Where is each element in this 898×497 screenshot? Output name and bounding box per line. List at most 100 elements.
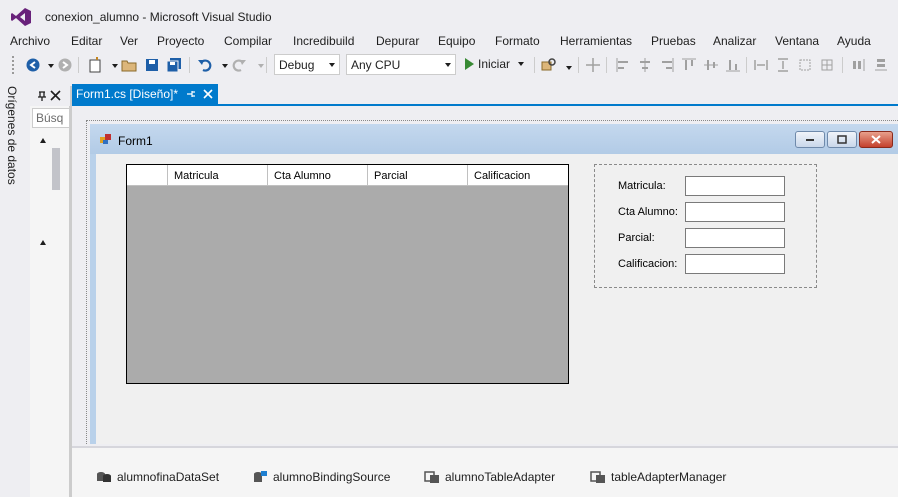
solution-platform-select[interactable]: Any CPU [346, 54, 456, 75]
minimize-icon [806, 138, 814, 141]
column-header-matricula[interactable]: Matricula [168, 165, 268, 186]
tray-item-label: alumnoTableAdapter [445, 470, 556, 484]
tab-form1-design[interactable]: Form1.cs [Diseño]* [72, 84, 218, 105]
visual-studio-logo-icon [11, 8, 31, 26]
back-dropdown-icon[interactable] [48, 64, 54, 68]
form-icon [100, 134, 111, 144]
find-in-files-icon[interactable] [540, 56, 558, 74]
align-rights-icon[interactable] [658, 56, 676, 74]
align-to-grid-icon[interactable] [584, 56, 602, 74]
tab-label: Form1.cs [Diseño]* [76, 87, 179, 101]
redo-dropdown-icon[interactable] [258, 64, 264, 68]
start-button[interactable]: Iniciar [465, 57, 525, 71]
data-grid[interactable]: Matricula Cta Alumno Parcial Calificacio… [126, 164, 569, 384]
start-dropdown-icon [518, 62, 525, 66]
make-same-size-icon[interactable] [796, 56, 814, 74]
horizontal-spacing-icon[interactable] [850, 56, 868, 74]
tray-item-binding-source[interactable]: alumnoBindingSource [252, 470, 390, 484]
menu-analizar[interactable]: Analizar [713, 34, 756, 48]
dataset-icon [97, 472, 111, 482]
matricula-textbox[interactable] [685, 176, 785, 196]
close-icon[interactable] [50, 90, 61, 101]
side-panel-search-input[interactable]: Búsq [32, 108, 70, 128]
menu-pruebas[interactable]: Pruebas [651, 34, 696, 48]
new-dropdown-icon[interactable] [112, 64, 118, 68]
form-title: Form1 [118, 134, 153, 148]
make-same-height-icon[interactable] [774, 56, 792, 74]
config-value: Debug [279, 58, 315, 72]
platform-value: Any CPU [351, 58, 401, 72]
toolbar-separator [578, 57, 579, 73]
save-all-icon[interactable] [165, 56, 183, 74]
data-sources-tab-label[interactable]: Orígenes de datos [5, 86, 19, 185]
align-lefts-icon[interactable] [614, 56, 632, 74]
align-tops-icon[interactable] [680, 56, 698, 74]
toolbar-grip[interactable] [12, 56, 16, 74]
matricula-label: Matricula: [618, 180, 666, 192]
table-adapter-manager-icon [590, 471, 605, 483]
size-to-grid-icon[interactable] [818, 56, 836, 74]
menu-archivo[interactable]: Archivo [10, 34, 50, 48]
chevron-down-icon [329, 63, 335, 67]
toolbar-separator [746, 57, 747, 73]
pin-icon[interactable] [36, 90, 48, 102]
form1-titlebar[interactable] [90, 124, 898, 154]
menu-editar[interactable]: Editar [71, 34, 102, 48]
menu-proyecto[interactable]: Proyecto [157, 34, 204, 48]
component-tray: alumnofinaDataSet alumnoBindingSource al… [72, 446, 898, 497]
new-project-icon[interactable] [86, 56, 104, 74]
find-dropdown-icon[interactable] [566, 66, 572, 70]
parcial-textbox[interactable] [685, 228, 785, 248]
make-same-width-icon[interactable] [752, 56, 770, 74]
forward-icon[interactable] [56, 56, 74, 74]
undo-dropdown-icon[interactable] [222, 64, 228, 68]
align-middles-icon[interactable] [702, 56, 720, 74]
toolbar-separator [78, 57, 79, 73]
vertical-spacing-icon[interactable] [872, 56, 890, 74]
redo-icon[interactable] [230, 56, 248, 74]
toolbar-separator [534, 57, 535, 73]
close-button[interactable] [859, 131, 893, 148]
side-panel-scrollbar[interactable] [52, 148, 60, 190]
menu-formato[interactable]: Formato [495, 34, 540, 48]
back-icon[interactable] [24, 56, 42, 74]
close-tab-icon[interactable] [203, 89, 213, 99]
grid-row-header[interactable] [127, 165, 168, 186]
align-centers-icon[interactable] [636, 56, 654, 74]
menu-depurar[interactable]: Depurar [376, 34, 419, 48]
column-header-calificacion[interactable]: Calificacion [468, 165, 568, 186]
parcial-label: Parcial: [618, 232, 655, 244]
tray-item-table-adapter[interactable]: alumnoTableAdapter [424, 470, 555, 484]
menu-compilar[interactable]: Compilar [224, 34, 272, 48]
calificacion-textbox[interactable] [685, 254, 785, 274]
align-bottoms-icon[interactable] [724, 56, 742, 74]
menu-incredibuild[interactable]: Incredibuild [293, 34, 354, 48]
window-title: conexion_alumno - Microsoft Visual Studi… [45, 10, 272, 24]
open-folder-icon[interactable] [120, 56, 138, 74]
close-icon [871, 135, 881, 144]
cta-alumno-textbox[interactable] [685, 202, 785, 222]
pin-icon[interactable] [186, 89, 196, 100]
column-header-cta-alumno[interactable]: Cta Alumno [268, 165, 368, 186]
undo-icon[interactable] [196, 56, 214, 74]
collapse-arrow-icon[interactable] [40, 240, 46, 245]
menu-ver[interactable]: Ver [120, 34, 138, 48]
tray-item-label: tableAdapterManager [611, 470, 727, 484]
maximize-button[interactable] [827, 131, 857, 148]
tray-item-dataset[interactable]: alumnofinaDataSet [96, 470, 219, 484]
toolbar-separator [266, 57, 267, 73]
tray-item-adapter-manager[interactable]: tableAdapterManager [590, 470, 726, 484]
solution-configuration-select[interactable]: Debug [274, 54, 340, 75]
menu-ayuda[interactable]: Ayuda [837, 34, 871, 48]
side-panel [30, 86, 70, 497]
toolbar-separator [842, 57, 843, 73]
binding-source-icon [254, 471, 267, 482]
menu-equipo[interactable]: Equipo [438, 34, 475, 48]
save-icon[interactable] [143, 56, 161, 74]
minimize-button[interactable] [795, 131, 825, 148]
menu-ventana[interactable]: Ventana [775, 34, 819, 48]
column-header-parcial[interactable]: Parcial [368, 165, 468, 186]
collapse-arrow-icon[interactable] [40, 138, 46, 143]
menu-herramientas[interactable]: Herramientas [560, 34, 632, 48]
side-panel-header [30, 86, 70, 106]
